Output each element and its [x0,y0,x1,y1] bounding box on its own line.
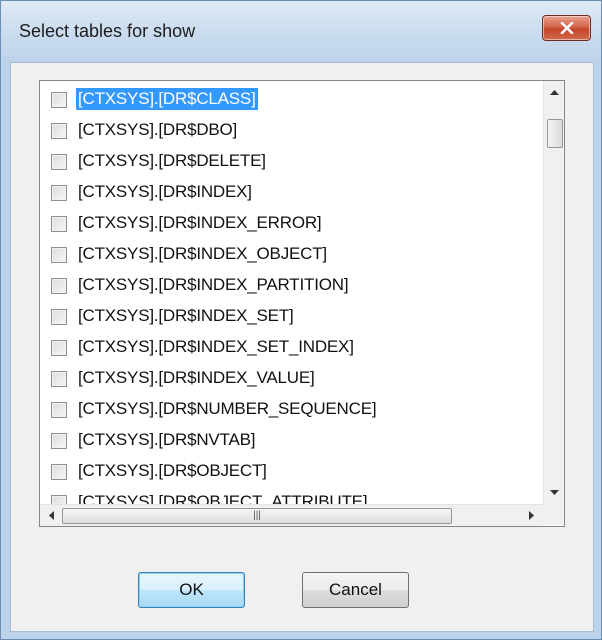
item-checkbox[interactable] [51,371,67,387]
scroll-down-button[interactable] [544,482,564,504]
list-item[interactable]: [CTXSYS].[DR$INDEX_ERROR] [40,208,543,240]
item-label: [CTXSYS].[DR$CLASS] [76,88,258,110]
dialog-body: [CTXSYS].[DR$CLASS] [CTXSYS].[DR$DBO] [CTX… [10,62,594,632]
vertical-scrollbar[interactable] [543,81,564,504]
checklist-items: [CTXSYS].[DR$CLASS] [CTXSYS].[DR$DBO] [CTX… [40,81,543,504]
scrollbar-corner [543,504,564,525]
horizontal-scroll-thumb[interactable]: ||| [62,508,452,524]
item-label: [CTXSYS].[DR$INDEX_OBJECT] [78,244,327,263]
list-item[interactable]: [CTXSYS].[DR$INDEX_SET] [40,301,543,333]
item-label: [CTXSYS].[DR$OBJECT_ATTRIBUTE] [78,492,368,504]
arrow-right-icon [529,511,534,520]
arrow-down-icon [550,490,559,495]
close-icon [560,22,573,34]
arrow-up-icon [550,90,559,95]
scroll-left-button[interactable] [40,505,62,526]
ok-button[interactable]: OK [138,572,245,608]
item-checkbox[interactable] [51,216,67,232]
item-checkbox[interactable] [51,433,67,449]
item-label: [CTXSYS].[DR$INDEX_VALUE] [78,368,315,387]
list-item[interactable]: [CTXSYS].[DR$DBO] [40,115,543,147]
list-item[interactable]: [CTXSYS].[DR$INDEX] [40,177,543,209]
item-checkbox[interactable] [51,247,67,263]
item-label: [CTXSYS].[DR$DBO] [78,120,238,139]
list-item[interactable]: [CTXSYS].[DR$NUMBER_SEQUENCE] [40,394,543,426]
horizontal-scrollbar[interactable]: ||| [40,504,543,526]
item-label: [CTXSYS].[DR$INDEX_PARTITION] [78,275,349,294]
dialog-window: Select tables for show [CTXSYS].[DR$CLAS… [0,0,602,640]
list-item[interactable]: [CTXSYS].[DR$CLASS] [40,84,543,116]
arrow-left-icon [49,511,54,520]
table-checklist[interactable]: [CTXSYS].[DR$CLASS] [CTXSYS].[DR$DBO] [CTX… [39,80,565,527]
item-checkbox[interactable] [51,92,67,108]
grip-icon: ||| [253,510,261,521]
item-checkbox[interactable] [51,340,67,356]
item-label: [CTXSYS].[DR$INDEX_ERROR] [78,213,322,232]
list-item[interactable]: [CTXSYS].[DR$INDEX_OBJECT] [40,239,543,271]
item-checkbox[interactable] [51,154,67,170]
list-item[interactable]: [CTXSYS].[DR$INDEX_VALUE] [40,363,543,395]
item-label: [CTXSYS].[DR$DELETE] [78,151,266,170]
list-item[interactable]: [CTXSYS].[DR$DELETE] [40,146,543,178]
item-checkbox[interactable] [51,123,67,139]
item-label: [CTXSYS].[DR$INDEX] [78,182,252,201]
list-item[interactable]: [CTXSYS].[DR$OBJECT] [40,456,543,488]
cancel-button[interactable]: Cancel [302,572,409,608]
dialog-title: Select tables for show [19,21,196,41]
vertical-scroll-thumb[interactable] [547,119,563,148]
item-checkbox[interactable] [51,309,67,325]
list-item[interactable]: [CTXSYS].[DR$INDEX_SET_INDEX] [40,332,543,364]
item-checkbox[interactable] [51,495,67,504]
title-bar[interactable]: Select tables for show [1,1,601,63]
item-checkbox[interactable] [51,185,67,201]
close-button[interactable] [542,15,591,41]
scroll-right-button[interactable] [521,505,543,526]
item-checkbox[interactable] [51,278,67,294]
list-item[interactable]: [CTXSYS].[DR$INDEX_PARTITION] [40,270,543,302]
item-label: [CTXSYS].[DR$NVTAB] [78,430,256,449]
item-label: [CTXSYS].[DR$OBJECT] [78,461,267,480]
item-label: [CTXSYS].[DR$INDEX_SET] [78,306,294,325]
list-item[interactable]: [CTXSYS].[DR$OBJECT_ATTRIBUTE] [40,487,543,504]
item-label: [CTXSYS].[DR$NUMBER_SEQUENCE] [78,399,377,418]
item-checkbox[interactable] [51,464,67,480]
scroll-up-button[interactable] [544,81,564,103]
list-item[interactable]: [CTXSYS].[DR$NVTAB] [40,425,543,457]
item-label: [CTXSYS].[DR$INDEX_SET_INDEX] [78,337,354,356]
item-checkbox[interactable] [51,402,67,418]
